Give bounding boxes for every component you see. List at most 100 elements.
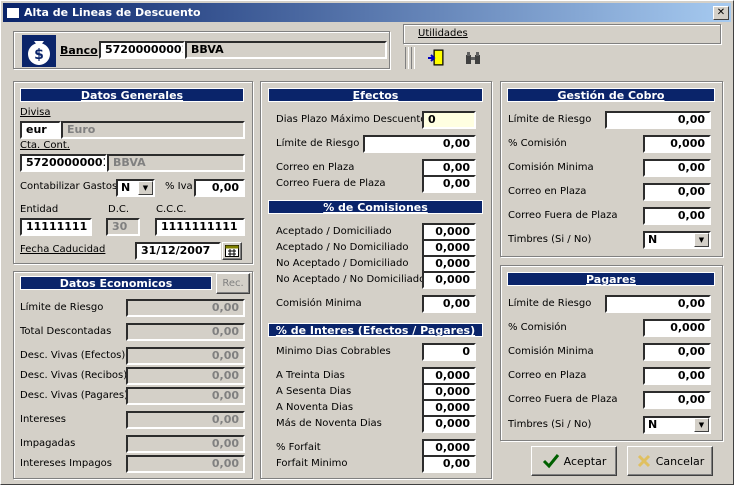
comision-row-2-label: No Aceptado / Domiciliado (276, 258, 409, 269)
interes-header: % de Interes (Efectos / Pagares) (268, 323, 483, 337)
gc-comision-minima-label: Comisión Minima (508, 162, 594, 173)
pg-comision-minima-label: Comisión Minima (508, 346, 594, 357)
app-icon (6, 6, 20, 19)
gc-correo-fuera-label: Correo Fuera de Plaza (508, 210, 618, 221)
efectos-correo-fuera-label: Correo Fuera de Plaza (276, 178, 386, 189)
efectos-limite-input[interactable]: 0,00 (363, 135, 476, 153)
econ-row-1-field: 0,00 (126, 323, 245, 341)
pg-timbres-select[interactable]: N ▼ (643, 416, 711, 434)
comision-minima-input[interactable]: 0,00 (422, 295, 476, 313)
econ-row-7-field: 0,00 (126, 455, 245, 473)
title-bar: Alta de Lineas de Descuento ✕ (3, 3, 731, 22)
econ-row-1-label: Total Descontadas (20, 326, 112, 337)
efectos-correo-plaza-label: Correo en Plaza (276, 162, 355, 173)
gc-limite-input[interactable]: 0,00 (605, 111, 711, 129)
contabilizar-gastos-value: N (121, 181, 131, 194)
pg-correo-plaza-label: Correo en Plaza (508, 370, 587, 381)
cancelar-label: Cancelar (655, 454, 705, 468)
interes-row-3-label: Más de Noventa Dias (276, 418, 382, 429)
pg-comision-input[interactable]: 0,000 (643, 319, 711, 337)
comision-row-3-field[interactable]: 0,000 (422, 271, 476, 289)
gc-timbres-label: Timbres (Si / No) (508, 234, 592, 245)
chevron-down-icon[interactable]: ▼ (694, 233, 709, 247)
ccc-input[interactable]: 1111111111 (155, 218, 245, 236)
divisa-code-input[interactable]: eur (20, 121, 61, 139)
econ-row-6-field: 0,00 (126, 435, 245, 453)
efectos-header: Efectos (268, 88, 483, 102)
gc-timbres-value: N (648, 233, 658, 246)
calendar-icon (225, 245, 239, 257)
pg-correo-fuera-input[interactable]: 0,00 (643, 391, 711, 409)
iva-input[interactable]: 0,00 (194, 179, 245, 197)
gc-comision-input[interactable]: 0,000 (643, 135, 711, 153)
banco-label: Banco (60, 44, 98, 57)
banco-panel: $ Banco 57200000001 BBVA (13, 31, 390, 69)
iva-label: % Iva (165, 181, 193, 192)
calendar-button[interactable] (222, 242, 242, 260)
entidad-input[interactable]: 11111111 (20, 218, 92, 236)
pg-limite-input[interactable]: 0,00 (605, 295, 711, 313)
cross-icon (637, 454, 650, 468)
gc-timbres-select[interactable]: N ▼ (643, 231, 711, 249)
comision-row-0-label: Aceptado / Domiciliado (276, 226, 392, 237)
econ-row-6-label: Impagadas (20, 438, 76, 449)
interes-row-0-label: A Treinta Dias (276, 370, 345, 381)
close-button[interactable]: ✕ (713, 5, 729, 20)
gc-correo-plaza-input[interactable]: 0,00 (643, 183, 711, 201)
svg-text:$: $ (34, 47, 44, 63)
aceptar-label: Aceptar (563, 454, 607, 468)
econ-row-4-label: Desc. Vivas (Pagares) (20, 390, 128, 401)
rec-button[interactable]: Rec. (216, 273, 250, 294)
aceptar-button[interactable]: Aceptar (531, 446, 617, 476)
fecha-caducidad-input[interactable]: 31/12/2007 (135, 242, 221, 260)
interes-row-3-field[interactable]: 0,000 (422, 415, 476, 433)
econ-row-0-field: 0,00 (126, 299, 245, 317)
cta-cont-input[interactable]: 57200000001 (20, 154, 107, 172)
banco-code-input[interactable]: 57200000001 (99, 41, 185, 59)
money-bag-icon: $ (22, 35, 56, 67)
dc-label: D.C. (108, 204, 130, 215)
efectos-correo-fuera-input[interactable]: 0,00 (422, 175, 476, 193)
exit-door-icon[interactable] (427, 49, 445, 67)
efectos-limite-label: Límite de Riesgo (276, 138, 360, 149)
chevron-down-icon[interactable]: ▼ (138, 181, 153, 195)
gc-correo-plaza-label: Correo en Plaza (508, 186, 587, 197)
gestion-cobro-header: Gestión de Cobro (507, 88, 715, 102)
entidad-label: Entidad (20, 204, 59, 215)
minimo-dias-input[interactable]: 0 (422, 343, 476, 361)
pg-comision-minima-input[interactable]: 0,00 (643, 343, 711, 361)
pg-correo-fuera-label: Correo Fuera de Plaza (508, 394, 618, 405)
divisa-label: Divisa (20, 107, 51, 118)
pg-correo-plaza-input[interactable]: 0,00 (643, 367, 711, 385)
econ-row-3-field: 0,00 (126, 367, 245, 385)
fecha-caducidad-label: Fecha Caducidad (20, 244, 106, 255)
econ-row-5-label: Intereses (20, 414, 66, 425)
econ-row-0-label: Límite de Riesgo (20, 302, 104, 313)
dialog-window: Alta de Lineas de Descuento ✕ $ Banco 57… (0, 0, 734, 485)
divisa-name-field: Euro (61, 121, 245, 139)
ccc-label: C.C.C. (156, 204, 187, 215)
pg-comision-label: % Comisión (508, 322, 567, 333)
contabilizar-gastos-select[interactable]: N ▼ (116, 179, 155, 197)
chevron-down-icon[interactable]: ▼ (694, 418, 709, 432)
comision-row-1-label: Aceptado / No Domiciliado (276, 242, 409, 253)
econ-row-7-label: Intereses Impagos (20, 458, 112, 469)
utilidades-label: Utilidades (418, 28, 468, 39)
dias-plazo-label: Dias Plazo Máximo Descuento (276, 114, 427, 125)
gc-comision-minima-input[interactable]: 0,00 (643, 159, 711, 177)
contabilizar-gastos-label: Contabilizar Gastos (20, 181, 118, 192)
dc-field: 30 (106, 218, 140, 236)
econ-row-3-label: Desc. Vivas (Recibos) (20, 370, 128, 381)
pagares-header: Pagares (507, 272, 715, 286)
datos-economicos-header: Datos Economicos (20, 276, 212, 290)
minimo-dias-label: Minimo Dias Cobrables (276, 346, 391, 357)
cancelar-button[interactable]: Cancelar (627, 446, 713, 476)
pg-timbres-value: N (648, 418, 658, 431)
gc-correo-fuera-input[interactable]: 0,00 (643, 207, 711, 225)
dias-plazo-input[interactable]: 0 (422, 111, 476, 129)
gc-comision-label: % Comisión (508, 138, 567, 149)
forfait-minimo-input[interactable]: 0,00 (422, 455, 476, 473)
datos-generales-header: Datos Generales (20, 88, 244, 102)
binoculars-icon[interactable] (464, 49, 482, 67)
pg-limite-label: Límite de Riesgo (508, 298, 592, 309)
